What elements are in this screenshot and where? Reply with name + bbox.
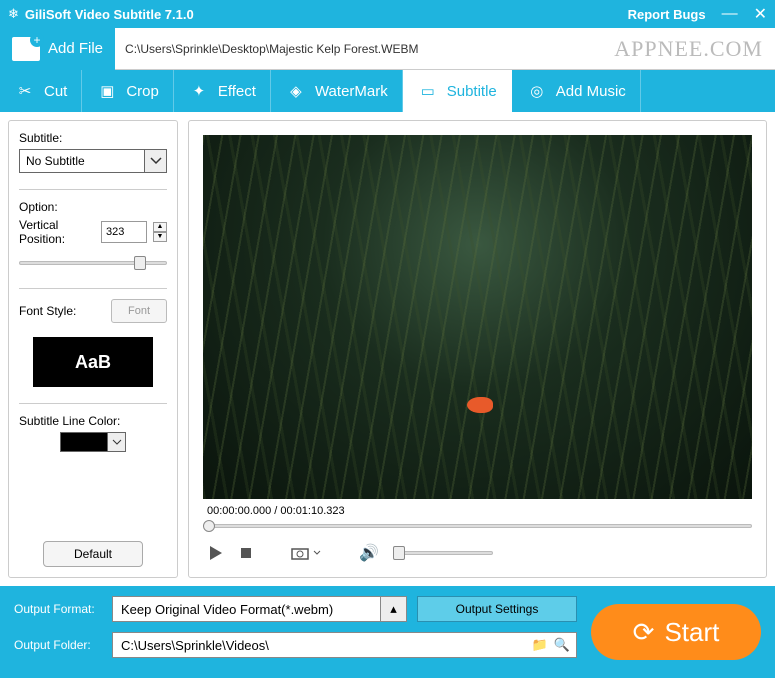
tab-subtitle-label: Subtitle: [447, 83, 497, 100]
tab-watermark-label: WaterMark: [315, 83, 388, 100]
seek-track: [203, 524, 752, 528]
output-folder-value: C:\Users\Sprinkle\Videos\: [121, 638, 269, 653]
font-button[interactable]: Font: [111, 299, 167, 323]
player: 00:00:00.000 / 00:01:10.323 🔊: [188, 120, 767, 578]
tab-cut-label: Cut: [44, 83, 67, 100]
output-format-select[interactable]: Keep Original Video Format(*.webm) ▴: [112, 596, 407, 622]
linecolor-label: Subtitle Line Color:: [19, 414, 167, 428]
line-color-dropdown[interactable]: [108, 432, 126, 452]
tab-watermark[interactable]: ◈ WaterMark: [271, 70, 403, 112]
spinner-up-icon[interactable]: ▲: [153, 222, 167, 232]
vpos-input[interactable]: [101, 221, 147, 243]
slider-thumb[interactable]: [134, 256, 146, 270]
tab-addmusic[interactable]: ◎ Add Music: [512, 70, 641, 112]
spinner-down-icon[interactable]: ▼: [153, 232, 167, 242]
chevron-down-icon: [144, 150, 166, 172]
tab-crop[interactable]: ▣ Crop: [82, 70, 174, 112]
play-button[interactable]: [207, 544, 225, 562]
file-path: C:\Users\Sprinkle\Desktop\Majestic Kelp …: [115, 42, 614, 56]
vpos-spinner[interactable]: ▲ ▼: [153, 222, 167, 242]
volume-track: [393, 551, 493, 555]
add-file-icon: [12, 37, 40, 61]
tab-addmusic-label: Add Music: [556, 83, 626, 100]
output-settings-button[interactable]: Output Settings: [417, 596, 577, 622]
volume-icon[interactable]: 🔊: [359, 543, 379, 563]
crop-icon: ▣: [96, 80, 118, 102]
default-button[interactable]: Default: [43, 541, 143, 567]
music-icon: ◎: [526, 80, 548, 102]
app-title: GiliSoft Video Subtitle 7.1.0: [25, 7, 628, 22]
font-preview: AaB: [33, 337, 153, 387]
video-frame-detail: [467, 397, 493, 413]
output-format-label: Output Format:: [14, 602, 102, 616]
tabbar: ✂ Cut ▣ Crop ✦ Effect ◈ WaterMark ▭ Subt…: [0, 70, 775, 112]
subtitle-select[interactable]: No Subtitle: [19, 149, 167, 173]
sidebar: Subtitle: No Subtitle Option: Vertical P…: [8, 120, 178, 578]
bottom-bar: Output Format: Keep Original Video Forma…: [0, 586, 775, 678]
divider: [19, 288, 167, 289]
open-folder-icon[interactable]: 📁: [532, 637, 548, 653]
fontstyle-label: Font Style:: [19, 304, 105, 318]
snapshot-dropdown[interactable]: [313, 550, 321, 556]
browse-icon[interactable]: 🔍: [554, 637, 570, 653]
option-label: Option:: [19, 200, 167, 214]
start-button-label: Start: [664, 617, 719, 648]
snapshot-button[interactable]: [291, 546, 309, 560]
volume-thumb[interactable]: [393, 546, 405, 560]
stop-button[interactable]: [239, 546, 253, 560]
add-file-button[interactable]: Add File: [0, 28, 115, 70]
main: Subtitle: No Subtitle Option: Vertical P…: [0, 112, 775, 586]
subtitle-label: Subtitle:: [19, 131, 167, 145]
tab-subtitle[interactable]: ▭ Subtitle: [403, 70, 512, 112]
video-preview: [203, 135, 752, 499]
vpos-label: Vertical Position:: [19, 218, 95, 246]
filebar: Add File C:\Users\Sprinkle\Desktop\Majes…: [0, 28, 775, 70]
output-format-value: Keep Original Video Format(*.webm): [121, 602, 333, 617]
divider: [19, 403, 167, 404]
seek-thumb[interactable]: [203, 520, 215, 532]
player-controls: 🔊: [203, 543, 752, 563]
droplet-icon: ◈: [285, 80, 307, 102]
tab-effect[interactable]: ✦ Effect: [174, 70, 271, 112]
chevron-up-icon: ▴: [380, 597, 406, 621]
output-folder-input[interactable]: C:\Users\Sprinkle\Videos\ 📁 🔍: [112, 632, 577, 658]
subtitle-icon: ▭: [417, 80, 439, 102]
add-file-label: Add File: [48, 40, 103, 57]
scissors-icon: ✂: [14, 80, 36, 102]
tab-effect-label: Effect: [218, 83, 256, 100]
minimize-button[interactable]: —: [722, 5, 738, 23]
subtitle-select-value: No Subtitle: [26, 154, 85, 168]
titlebar: ❄ GiliSoft Video Subtitle 7.1.0 Report B…: [0, 0, 775, 28]
volume-slider[interactable]: [393, 549, 493, 557]
timecode: 00:00:00.000 / 00:01:10.323: [203, 499, 752, 519]
app-icon: ❄: [8, 6, 19, 22]
close-button[interactable]: ✕: [754, 4, 767, 24]
line-color-swatch: [60, 432, 108, 452]
start-button[interactable]: ⟳ Start: [591, 604, 761, 660]
divider: [19, 189, 167, 190]
refresh-icon: ⟳: [633, 617, 655, 648]
tab-crop-label: Crop: [126, 83, 159, 100]
tab-cut[interactable]: ✂ Cut: [0, 70, 82, 112]
watermark-text: APPNEE.COM: [614, 36, 775, 62]
wand-icon: ✦: [188, 80, 210, 102]
output-folder-label: Output Folder:: [14, 638, 102, 652]
video-frame: [203, 135, 752, 499]
vpos-slider[interactable]: [19, 254, 167, 272]
report-bugs-link[interactable]: Report Bugs: [628, 7, 706, 22]
seek-slider[interactable]: [203, 519, 752, 533]
